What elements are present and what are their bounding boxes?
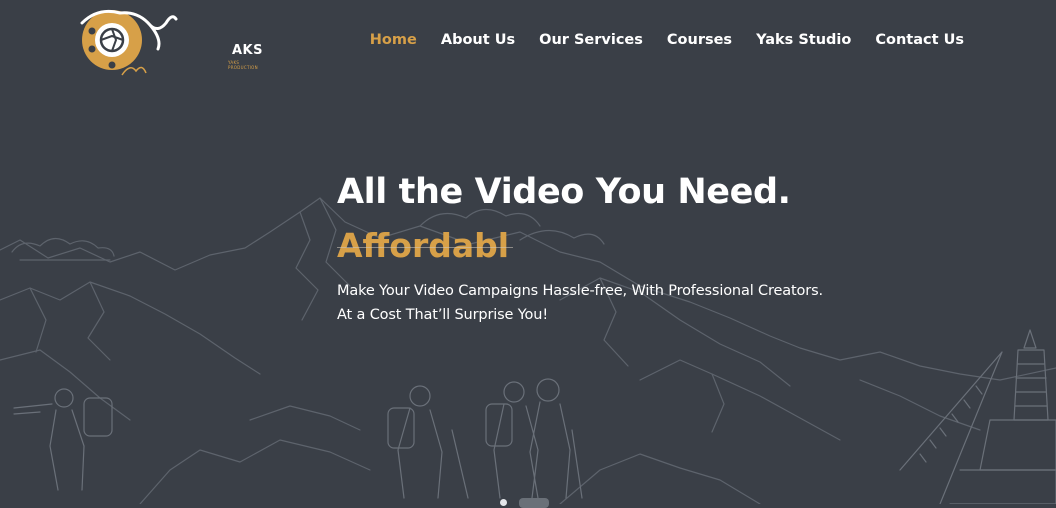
site-logo[interactable]: AKS YAKS PRODUCTION	[80, 3, 263, 77]
nav-link-yaks-studio[interactable]: Yaks Studio	[756, 32, 851, 48]
slider-pagination	[497, 497, 557, 508]
main-navigation: Home About Us Our Services Courses Yaks …	[370, 30, 964, 50]
nav-link-about-us[interactable]: About Us	[441, 32, 515, 48]
slider-dot-1[interactable]	[500, 499, 507, 506]
nav-link-home[interactable]: Home	[370, 32, 417, 48]
slider-dot-2-active[interactable]	[519, 498, 549, 508]
yaks-logo-icon	[80, 9, 178, 76]
nav-link-contact-us[interactable]: Contact Us	[875, 32, 964, 48]
hero-typed-text: Affordabl	[337, 226, 514, 265]
hero-description: Make Your Video Campaigns Hassle-free, W…	[337, 283, 823, 323]
nav-link-courses[interactable]: Courses	[667, 32, 732, 48]
logo-wordmark: AKS	[232, 43, 263, 58]
nav-link-our-services[interactable]: Our Services	[539, 32, 643, 48]
hero-typed-word: Affordabl	[337, 226, 510, 265]
logo-subtext: YAKS PRODUCTION	[228, 60, 258, 70]
hero-content: All the Video You Need. Affordabl Make Y…	[337, 172, 837, 327]
typing-cursor	[337, 247, 514, 248]
hero-title: All the Video You Need.	[337, 172, 791, 212]
